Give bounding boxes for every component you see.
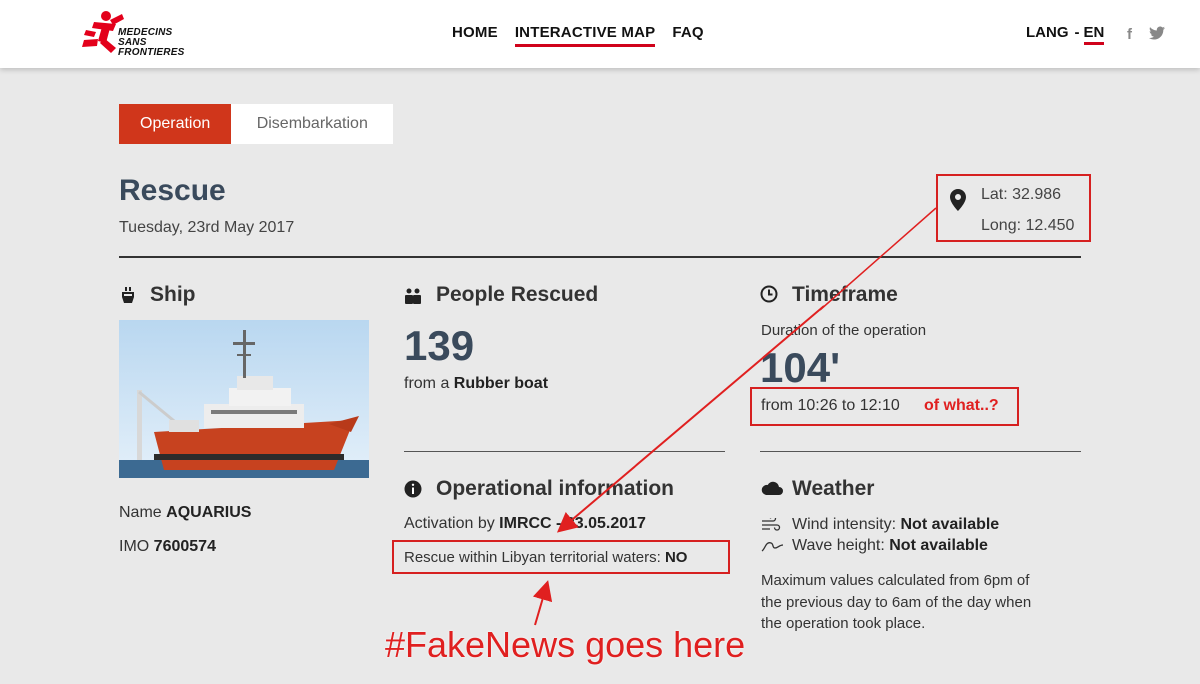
of-what-annotation: of what..?: [924, 397, 999, 414]
tab-disembarkation[interactable]: Disembarkation: [231, 104, 394, 144]
operation-date: Tuesday, 23rd May 2017: [119, 219, 295, 236]
wave-height: Wave height: Not available: [792, 537, 988, 554]
info-icon: [404, 480, 422, 498]
section-divider: [119, 256, 1081, 258]
wind-icon: [762, 518, 781, 531]
twitter-icon[interactable]: [1149, 26, 1165, 44]
timeframe-heading: Timeframe: [792, 283, 898, 306]
activation-info: Activation by IMRCC - 23.05.2017: [404, 515, 646, 532]
lang-separator: -: [1074, 24, 1080, 41]
wave-icon: [761, 542, 784, 552]
nav-interactive-map[interactable]: INTERACTIVE MAP: [514, 24, 656, 47]
latitude: Lat: 32.986: [981, 186, 1062, 203]
duration-label: Duration of the operation: [761, 322, 927, 339]
tab-operation[interactable]: Operation: [119, 104, 232, 144]
fakenews-arrow: [532, 580, 553, 626]
libyan-waters-info: Rescue within Libyan territorial waters:…: [404, 549, 688, 566]
people-icon: [405, 288, 421, 304]
wind-intensity: Wind intensity: Not available: [792, 516, 1000, 533]
cloud-icon: [761, 481, 783, 495]
nav-home[interactable]: HOME: [452, 24, 498, 47]
operational-info-heading: Operational information: [436, 477, 675, 500]
nav-faq[interactable]: FAQ: [672, 24, 703, 47]
msf-logo[interactable]: MEDECINS SANS FRONTIERES: [80, 10, 210, 58]
column-divider: [404, 451, 725, 452]
ship-imo: IMO 7600574: [119, 538, 216, 555]
operation-tabs: Operation Disembarkation: [119, 104, 394, 144]
ship-heading: Ship: [150, 283, 196, 306]
logo-wordmark: MEDECINS SANS FRONTIERES: [118, 27, 185, 58]
facebook-icon[interactable]: f: [1127, 26, 1132, 43]
ship-name: Name AQUARIUS: [119, 504, 252, 521]
people-rescued-heading: People Rescued: [436, 283, 599, 306]
lang-label: LANG: [1026, 24, 1069, 41]
ship-icon: [122, 287, 134, 303]
lang-en-link[interactable]: EN: [1083, 24, 1105, 45]
duration-value: 104': [760, 344, 841, 391]
column-divider: [760, 451, 1081, 452]
time-range: from 10:26 to 12:10: [761, 397, 900, 414]
page-title: Rescue: [119, 174, 226, 207]
weather-note: Maximum values calculated from 6pm of th…: [761, 572, 1032, 632]
site-header: MEDECINS SANS FRONTIERES HOME INTERACTIV…: [0, 0, 1200, 68]
weather-heading: Weather: [792, 477, 875, 500]
boat-type: from a Rubber boat: [404, 375, 549, 392]
ship-photo: [119, 320, 369, 478]
coordinates-box: Lat: 32.986 Long: 12.450: [936, 174, 1091, 242]
longitude: Long: 12.450: [981, 217, 1075, 234]
main-nav: HOME INTERACTIVE MAP FAQ: [452, 24, 704, 47]
people-rescued-count: 139: [404, 322, 475, 369]
fakenews-annotation: #FakeNews goes here: [385, 624, 746, 665]
clock-icon: [760, 285, 778, 303]
map-pin-icon: [950, 189, 966, 211]
language-switcher: LANG - EN: [1026, 24, 1105, 45]
